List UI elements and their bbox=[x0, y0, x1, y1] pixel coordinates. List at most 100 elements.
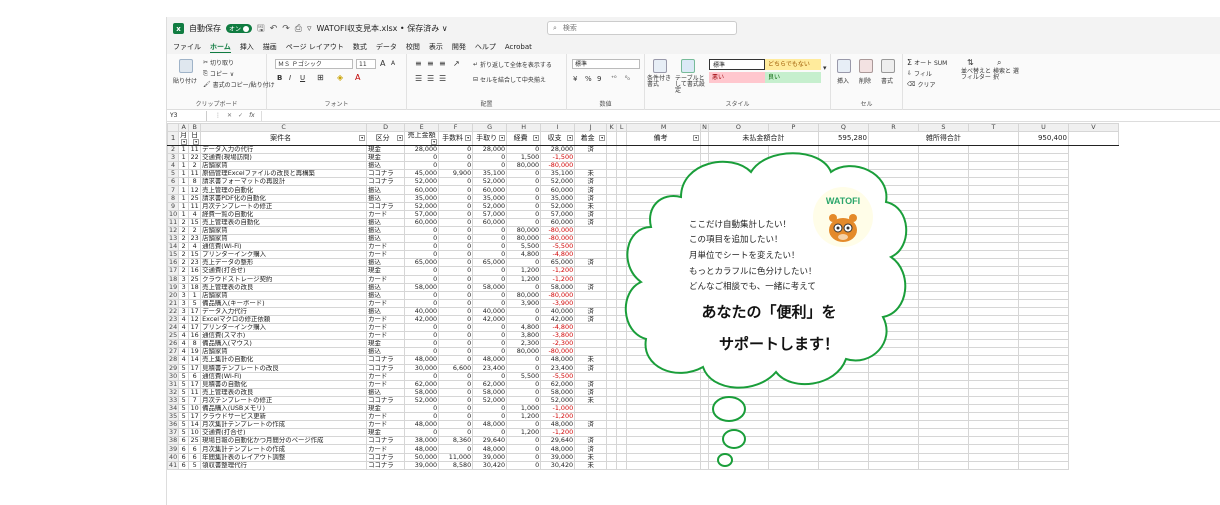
empty-cell[interactable] bbox=[606, 161, 618, 171]
cell-received[interactable] bbox=[574, 266, 608, 276]
cell-day[interactable]: 10 bbox=[188, 403, 202, 414]
cell-category[interactable]: ココナラ bbox=[366, 201, 406, 211]
cell-expense[interactable]: 2,300 bbox=[506, 339, 542, 349]
empty-cell[interactable] bbox=[606, 314, 618, 325]
filter-dropdown-icon[interactable]: ▾ bbox=[533, 135, 540, 141]
tab-draw[interactable]: 描画 bbox=[263, 42, 277, 52]
cell-expense[interactable]: 0 bbox=[506, 387, 542, 397]
cell-sales[interactable]: 52,000 bbox=[404, 177, 440, 187]
cell-received[interactable] bbox=[574, 250, 608, 260]
cell-sales[interactable]: 65,000 bbox=[404, 258, 440, 268]
header-category[interactable]: 区分 ▾ bbox=[366, 131, 406, 146]
cell-balance[interactable]: -5,500 bbox=[540, 371, 576, 381]
cell-expense[interactable]: 0 bbox=[506, 452, 542, 462]
empty-cell[interactable] bbox=[917, 339, 969, 349]
empty-cell[interactable] bbox=[967, 387, 1019, 397]
empty-cell[interactable] bbox=[606, 193, 618, 203]
cancel-icon[interactable]: ✕ bbox=[227, 112, 232, 119]
empty-cell[interactable] bbox=[917, 460, 969, 470]
number-format-select[interactable]: 標準 bbox=[572, 59, 640, 69]
cell-category[interactable]: カード bbox=[366, 323, 406, 333]
filter-dropdown-icon[interactable]: ▾ bbox=[465, 135, 472, 141]
underline-button[interactable]: U bbox=[300, 74, 305, 82]
cell-day[interactable]: 14 bbox=[188, 355, 202, 365]
cell-net[interactable]: 0 bbox=[472, 331, 508, 341]
cell-fee[interactable]: 0 bbox=[438, 339, 474, 349]
header-day[interactable]: 日 ▾ bbox=[188, 131, 202, 146]
cell-sales[interactable]: 42,000 bbox=[404, 314, 440, 325]
empty-cell[interactable] bbox=[917, 201, 969, 211]
cell-sales[interactable]: 0 bbox=[404, 371, 440, 381]
cell-project[interactable]: 店舗家賃 bbox=[200, 347, 368, 357]
cell-received[interactable]: 済 bbox=[574, 314, 608, 325]
cell-expense[interactable]: 0 bbox=[506, 363, 542, 373]
cell-day[interactable]: 16 bbox=[188, 266, 202, 276]
name-box[interactable]: Y3 bbox=[167, 110, 207, 121]
cell-day[interactable]: 17 bbox=[188, 379, 202, 389]
empty-cell[interactable] bbox=[1017, 258, 1069, 268]
empty-cell[interactable] bbox=[917, 161, 969, 171]
empty-cell[interactable] bbox=[967, 169, 1019, 179]
cell-balance[interactable]: -80,000 bbox=[540, 290, 576, 300]
cell-category[interactable]: カード bbox=[366, 314, 406, 325]
cell-received[interactable]: 済 bbox=[574, 258, 608, 268]
cell-received[interactable] bbox=[574, 371, 608, 381]
empty-cell[interactable] bbox=[1017, 436, 1069, 446]
cell-expense[interactable]: 3,800 bbox=[506, 331, 542, 341]
cell-expense[interactable]: 0 bbox=[506, 460, 542, 470]
empty-cell[interactable] bbox=[606, 395, 618, 406]
cell-net[interactable]: 62,000 bbox=[472, 379, 508, 389]
empty-cell[interactable] bbox=[606, 258, 618, 268]
cell-category[interactable]: ココナラ bbox=[366, 460, 406, 470]
cell-fee[interactable]: 0 bbox=[438, 250, 474, 260]
row-number[interactable]: 28 bbox=[167, 355, 180, 365]
cell-balance[interactable]: -5,500 bbox=[540, 242, 576, 252]
empty-cell[interactable] bbox=[967, 250, 1019, 260]
cell-fee[interactable]: 0 bbox=[438, 428, 474, 438]
empty-cell[interactable] bbox=[967, 217, 1019, 227]
cell-project[interactable]: 売上管理表の改良 bbox=[200, 282, 368, 292]
tab-acrobat[interactable]: Acrobat bbox=[505, 43, 532, 51]
empty-cell[interactable] bbox=[917, 347, 969, 357]
cell-sales[interactable]: 0 bbox=[404, 412, 440, 422]
empty-cell[interactable] bbox=[1017, 217, 1069, 227]
cell-day[interactable]: 17 bbox=[188, 323, 202, 333]
cell-month[interactable]: 4 bbox=[178, 323, 190, 333]
cell-month[interactable]: 3 bbox=[178, 306, 190, 316]
cell-sales[interactable]: 0 bbox=[404, 242, 440, 252]
row-number[interactable]: 22 bbox=[167, 306, 180, 316]
cell-net[interactable]: 0 bbox=[472, 290, 508, 300]
filter-dropdown-icon[interactable]: ▾ bbox=[567, 135, 574, 141]
empty-cell[interactable] bbox=[967, 347, 1019, 357]
empty-cell[interactable] bbox=[967, 412, 1019, 422]
cell-fee[interactable]: 0 bbox=[438, 412, 474, 422]
cell-day[interactable]: 22 bbox=[188, 153, 202, 163]
cell-net[interactable]: 0 bbox=[472, 225, 508, 236]
empty-cell[interactable] bbox=[1017, 331, 1069, 341]
cell-day[interactable]: 15 bbox=[188, 217, 202, 227]
cell-net[interactable]: 0 bbox=[472, 412, 508, 422]
cell-expense[interactable]: 80,000 bbox=[506, 347, 542, 357]
row-number[interactable]: 10 bbox=[167, 209, 180, 219]
cell-sales[interactable]: 0 bbox=[404, 250, 440, 260]
row-number[interactable]: 16 bbox=[167, 258, 180, 268]
empty-cell[interactable] bbox=[606, 242, 618, 252]
cell-received[interactable]: 未 bbox=[574, 169, 608, 179]
cell-expense[interactable]: 0 bbox=[506, 282, 542, 292]
empty-cell[interactable] bbox=[917, 282, 969, 292]
cell-project[interactable]: 通信費(スマホ) bbox=[200, 331, 368, 341]
cell-day[interactable]: 16 bbox=[188, 331, 202, 341]
empty-cell[interactable] bbox=[917, 387, 969, 397]
cell-balance[interactable]: 48,000 bbox=[540, 444, 576, 454]
cell-month[interactable]: 4 bbox=[178, 331, 190, 341]
empty-cell[interactable] bbox=[606, 460, 618, 470]
italic-button[interactable]: I bbox=[289, 74, 291, 82]
empty-cell[interactable] bbox=[917, 363, 969, 373]
tab-view[interactable]: 表示 bbox=[429, 42, 443, 52]
empty-cell[interactable] bbox=[606, 371, 618, 381]
cell-project[interactable]: 売上集計の自動化 bbox=[200, 355, 368, 365]
cell-project[interactable]: 通信費(Wi-Fi) bbox=[200, 242, 368, 252]
decimal-decrease-icon[interactable]: ⁰₀ bbox=[625, 75, 630, 82]
cell-balance[interactable]: -80,000 bbox=[540, 234, 576, 244]
cell-day[interactable]: 15 bbox=[188, 250, 202, 260]
